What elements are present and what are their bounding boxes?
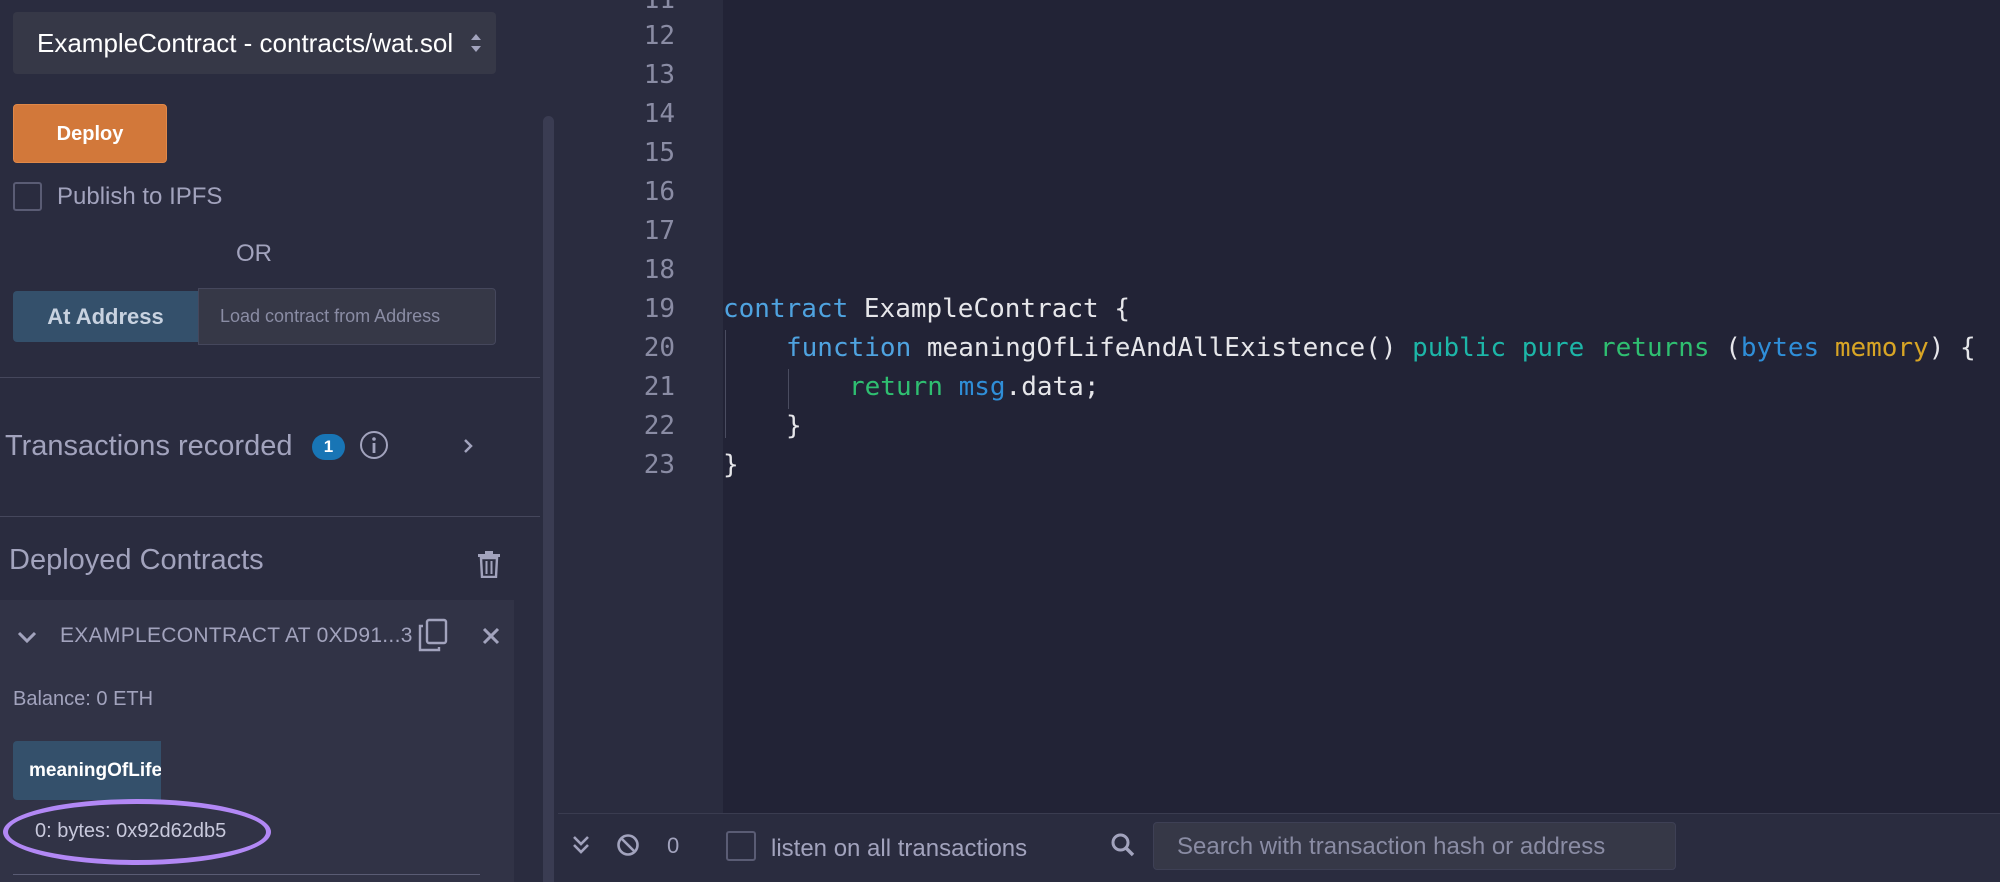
ban-icon[interactable]	[616, 833, 640, 857]
or-divider-label: OR	[236, 240, 272, 267]
chevron-right-icon[interactable]	[458, 436, 478, 456]
code-line-20: function meaningOfLifeAndAllExistence() …	[786, 333, 1976, 363]
indent-guide	[725, 330, 726, 438]
copy-icon[interactable]	[418, 618, 448, 652]
trash-icon[interactable]	[476, 550, 502, 578]
line-number: 20	[643, 333, 675, 363]
at-address-input[interactable]: Load contract from Address	[198, 288, 496, 345]
code-token: function	[786, 333, 912, 363]
code-token: memory	[1819, 333, 1929, 363]
code-line-23: }	[723, 450, 739, 480]
line-number: 16	[643, 177, 675, 207]
code-token: return	[849, 372, 943, 402]
section-divider	[0, 377, 540, 378]
scrollbar-thumb[interactable]	[543, 116, 554, 882]
line-number: 13	[643, 60, 675, 90]
code-token: returns	[1584, 333, 1710, 363]
code-token: (	[1709, 333, 1741, 363]
deployed-contracts-label: Deployed Contracts	[9, 544, 264, 576]
info-icon[interactable]	[359, 430, 389, 460]
contract-select[interactable]: ExampleContract - contracts/wat.sol	[13, 12, 496, 74]
code-token: msg	[942, 372, 1006, 402]
line-number: 18	[643, 255, 675, 285]
line-number: 21	[643, 372, 675, 402]
instance-title: EXAMPLECONTRACT AT 0XD91...3	[60, 624, 413, 647]
tx-search-input[interactable]: Search with transaction hash or address	[1153, 822, 1676, 870]
line-number: 12	[643, 21, 675, 51]
listen-all-label: listen on all transactions	[771, 835, 1028, 862]
code-line-22: }	[786, 411, 802, 441]
publish-ipfs-checkbox[interactable]	[13, 182, 42, 211]
section-divider	[0, 516, 540, 517]
chevron-down-icon[interactable]	[15, 626, 39, 648]
line-number: 15	[643, 138, 675, 168]
instance-bottom-divider	[13, 874, 480, 875]
double-chevron-down-icon[interactable]	[571, 834, 591, 856]
code-token: public	[1412, 333, 1507, 363]
transactions-recorded-label: Transactions recorded	[5, 430, 293, 462]
select-arrows-icon	[471, 34, 481, 52]
code-token: .data;	[1005, 372, 1100, 402]
line-number: 11	[643, 0, 675, 15]
code-token: meaningOfLifeAndAllExistence()	[911, 333, 1413, 363]
code-line-21: return msg.data;	[849, 372, 1099, 402]
code-token: contract	[723, 294, 849, 324]
line-number: 19	[643, 294, 675, 324]
pending-tx-count: 0	[667, 833, 680, 858]
contract-select-value: ExampleContract - contracts/wat.sol	[37, 28, 454, 58]
line-number: 23	[643, 450, 675, 480]
line-number: 22	[643, 411, 675, 441]
indent-guide	[788, 369, 789, 409]
code-token: ) {	[1928, 333, 1976, 363]
code-token: ExampleContract {	[848, 294, 1130, 324]
code-editor[interactable]	[558, 0, 2000, 813]
line-number: 14	[643, 99, 675, 129]
code-token: bytes	[1740, 333, 1820, 363]
deploy-button[interactable]: Deploy	[13, 104, 167, 163]
code-token: pure	[1506, 333, 1585, 363]
search-icon	[1111, 833, 1135, 857]
close-icon[interactable]	[481, 626, 501, 646]
transactions-count-badge: 1	[312, 434, 345, 460]
publish-ipfs-label: Publish to IPFS	[57, 183, 223, 210]
code-line-19: contract ExampleContract {	[723, 294, 1130, 324]
at-address-button[interactable]: At Address	[13, 291, 198, 342]
function-call-button[interactable]: meaningOfLife	[13, 741, 161, 800]
instance-balance: Balance: 0 ETH	[13, 688, 154, 710]
listen-all-checkbox[interactable]	[726, 831, 756, 861]
function-result-output: 0: bytes: 0x92d62db5	[35, 820, 227, 842]
line-number: 17	[643, 216, 675, 246]
